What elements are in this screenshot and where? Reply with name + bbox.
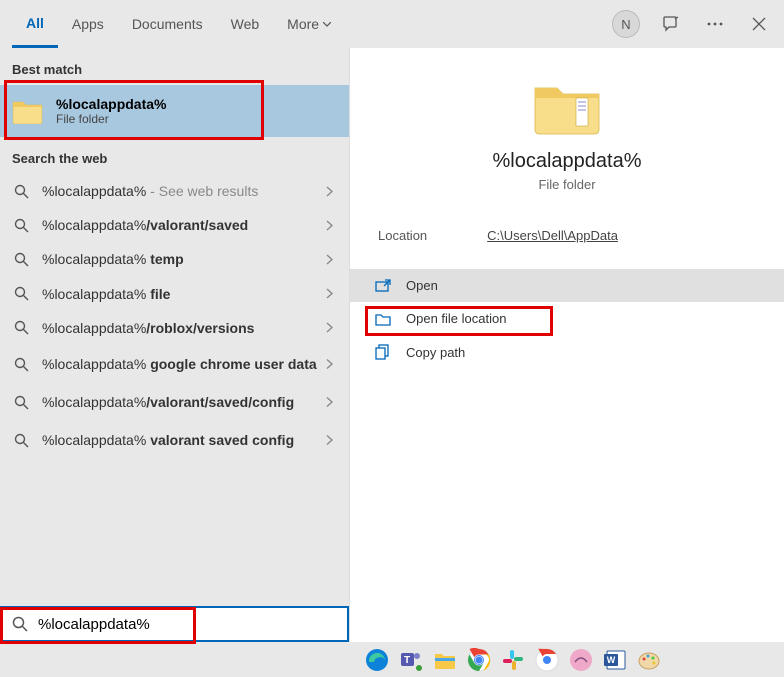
search-icon — [12, 395, 30, 410]
taskbar-chrome2-icon[interactable] — [533, 646, 561, 674]
web-result-item[interactable]: %localappdata% google chrome user data — [0, 345, 349, 383]
tab-apps[interactable]: Apps — [58, 0, 118, 48]
user-avatar[interactable]: N — [612, 10, 640, 38]
location-label: Location — [378, 228, 427, 243]
search-icon — [12, 357, 30, 372]
web-result-text: %localappdata% google chrome user data — [42, 355, 337, 373]
search-icon — [12, 218, 30, 233]
chevron-right-icon — [326, 435, 333, 446]
web-result-item[interactable]: %localappdata% valorant saved config — [0, 421, 349, 459]
svg-text:T: T — [404, 655, 410, 666]
folder-icon — [12, 95, 44, 127]
web-result-item[interactable]: %localappdata% file — [0, 277, 349, 311]
taskbar-app-icon[interactable] — [567, 646, 595, 674]
action-open-file-location[interactable]: Open file location — [350, 302, 784, 335]
close-icon[interactable] — [746, 11, 772, 37]
best-match-title: %localappdata% — [56, 96, 166, 112]
folder-open-icon — [374, 312, 392, 326]
location-value[interactable]: C:\Users\Dell\AppData — [487, 228, 618, 243]
folder-large-icon — [532, 78, 602, 136]
best-match-subtitle: File folder — [56, 112, 166, 126]
action-copy-path[interactable]: Copy path — [350, 335, 784, 369]
chevron-right-icon — [326, 359, 333, 370]
taskbar-slack-icon[interactable] — [499, 646, 527, 674]
web-result-item[interactable]: %localappdata% temp — [0, 242, 349, 276]
web-result-text: %localappdata%/valorant/saved — [42, 216, 337, 234]
tab-documents[interactable]: Documents — [118, 0, 217, 48]
taskbar-explorer-icon[interactable] — [431, 646, 459, 674]
web-result-item[interactable]: %localappdata% - See web results — [0, 174, 349, 208]
taskbar-teams-icon[interactable]: T — [397, 646, 425, 674]
action-label: Open file location — [406, 311, 506, 326]
search-icon — [12, 184, 30, 199]
tab-more-label: More — [287, 16, 319, 32]
web-search-header: Search the web — [0, 137, 349, 174]
chevron-right-icon — [326, 220, 333, 231]
search-bar[interactable] — [0, 606, 349, 642]
web-result-text: %localappdata% file — [42, 285, 337, 303]
tab-all[interactable]: All — [12, 0, 58, 48]
taskbar-paint-icon[interactable] — [635, 646, 663, 674]
copy-icon — [374, 344, 392, 360]
more-icon[interactable] — [702, 11, 728, 37]
taskbar-word-icon[interactable]: W — [601, 646, 629, 674]
chevron-right-icon — [326, 254, 333, 265]
chevron-right-icon — [326, 186, 333, 197]
taskbar-chrome-icon[interactable] — [465, 646, 493, 674]
feedback-icon[interactable] — [658, 11, 684, 37]
web-result-item[interactable]: %localappdata%/valorant/saved — [0, 208, 349, 242]
preview-title: %localappdata% — [350, 150, 784, 173]
best-match-item[interactable]: %localappdata% File folder — [0, 85, 349, 137]
best-match-header: Best match — [0, 48, 349, 85]
search-icon — [12, 320, 30, 335]
chevron-right-icon — [326, 288, 333, 299]
web-result-text: %localappdata%/roblox/versions — [42, 319, 337, 337]
preview-subtitle: File folder — [350, 177, 784, 192]
action-open[interactable]: Open — [350, 269, 784, 302]
preview-panel: %localappdata% File folder Location C:\U… — [349, 48, 784, 642]
web-result-item[interactable]: %localappdata%/valorant/saved/config — [0, 383, 349, 421]
taskbar-edge-icon[interactable] — [363, 646, 391, 674]
tab-web[interactable]: Web — [217, 0, 274, 48]
tab-more[interactable]: More — [273, 0, 345, 48]
action-label: Open — [406, 278, 438, 293]
search-icon — [12, 252, 30, 267]
taskbar: T W — [349, 642, 784, 677]
search-input[interactable] — [38, 616, 337, 633]
tabs-bar: All Apps Documents Web More N — [0, 0, 784, 48]
action-label: Copy path — [406, 345, 465, 360]
chevron-right-icon — [326, 397, 333, 408]
web-result-text: %localappdata%/valorant/saved/config — [42, 393, 337, 411]
results-panel: Best match %localappdata% File folder Se… — [0, 48, 349, 642]
web-result-item[interactable]: %localappdata%/roblox/versions — [0, 311, 349, 345]
search-icon — [12, 286, 30, 301]
chevron-down-icon — [323, 22, 331, 27]
open-icon — [374, 279, 392, 293]
web-result-text: %localappdata% temp — [42, 250, 337, 268]
chevron-right-icon — [326, 322, 333, 333]
search-icon — [12, 616, 28, 632]
svg-text:W: W — [607, 655, 616, 665]
web-result-text: %localappdata% valorant saved config — [42, 431, 337, 449]
search-icon — [12, 433, 30, 448]
web-result-text: %localappdata% - See web results — [42, 182, 337, 200]
